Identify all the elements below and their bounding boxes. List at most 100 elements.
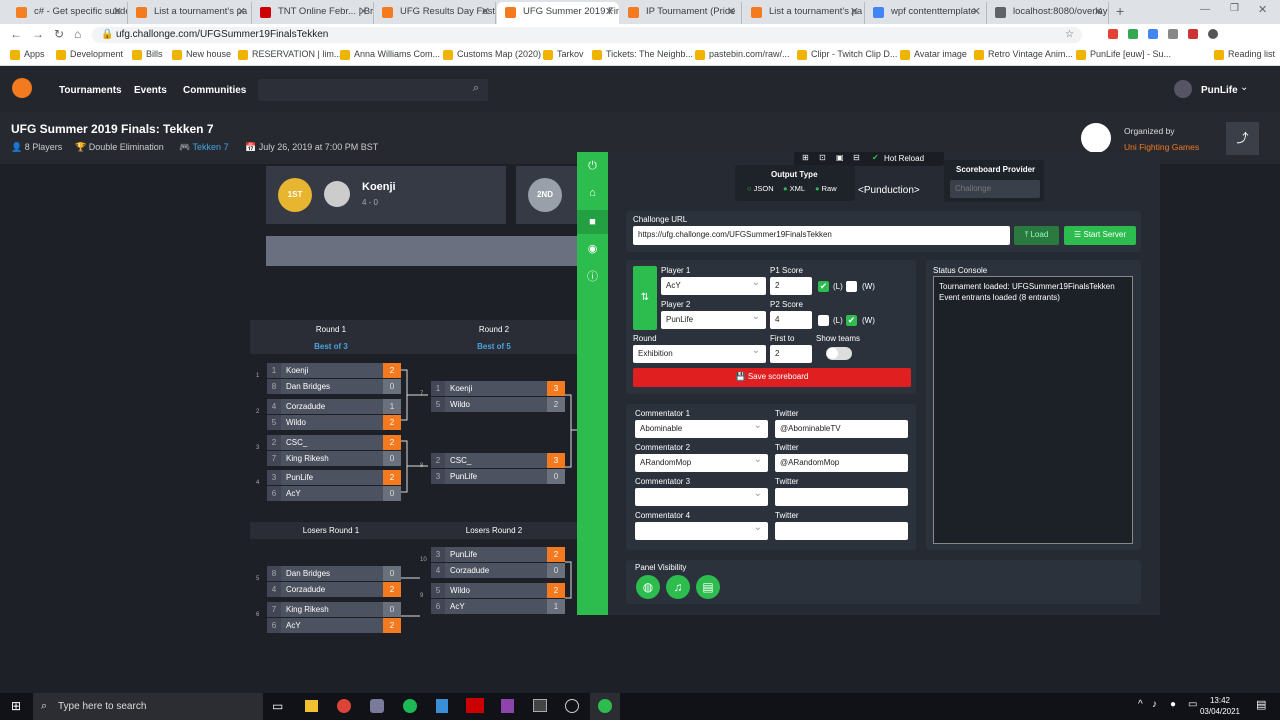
reload-icon[interactable]: ↻: [54, 27, 64, 41]
save-scoreboard-button[interactable]: 💾 Save scoreboard: [633, 368, 911, 387]
bookmark[interactable]: Bills: [132, 49, 163, 60]
bracket-player-row[interactable]: 4 Corzadude 2: [267, 582, 401, 597]
reading-list[interactable]: Reading list: [1214, 49, 1275, 60]
close-icon[interactable]: ✕: [359, 2, 368, 22]
bookmark[interactable]: Development: [56, 49, 123, 60]
bracket-match[interactable]: 8 2 CSC_ 3 3 PunLife 0: [420, 453, 565, 485]
nav-communities[interactable]: Communities: [183, 85, 246, 96]
site-search-input[interactable]: ⌕: [258, 79, 488, 101]
file-explorer-icon[interactable]: [305, 700, 318, 712]
search-icon[interactable]: ⌕: [473, 82, 479, 95]
player-1-select[interactable]: AcY: [661, 277, 766, 295]
extension-icon[interactable]: [1188, 29, 1198, 39]
format-json[interactable]: ○ JSON: [747, 184, 774, 193]
mic-icon[interactable]: ●: [1170, 699, 1176, 710]
bracket-player-row[interactable]: 7 King Rikesh 0: [267, 451, 401, 466]
bookmark[interactable]: pastebin.com/raw/...: [695, 49, 790, 60]
clock-time[interactable]: 13:42: [1202, 696, 1238, 705]
browser-tab-active[interactable]: UFG Summer 2019 Fin ✕: [497, 2, 619, 24]
swap-players-button[interactable]: ⇅: [633, 266, 657, 330]
browser-tab[interactable]: List a tournament's pa ✕: [128, 2, 252, 24]
bookmark[interactable]: Clipr - Twitch Clip D...: [797, 49, 897, 60]
close-icon[interactable]: ✕: [113, 2, 122, 22]
profile-avatar[interactable]: [1208, 29, 1218, 39]
bracket-match[interactable]: 2 4 Corzadude 1 5 Wildo 2: [256, 399, 401, 431]
bracket-match[interactable]: 1 1 Koenji 2 8 Dan Bridges 0: [256, 363, 401, 395]
info-icon[interactable]: ⓘ: [586, 271, 599, 284]
bracket-player-row[interactable]: 5 Wildo 2: [267, 415, 401, 430]
tool-icon[interactable]: ⊞: [802, 153, 809, 162]
browser-tab[interactable]: wpf contenttemplate ✕: [865, 2, 987, 24]
terminal-icon[interactable]: ▤: [696, 575, 720, 599]
bracket-match[interactable]: 3 2 CSC_ 2 7 King Rikesh 0: [256, 435, 401, 467]
chevron-down-icon[interactable]: ⌄: [1240, 82, 1248, 93]
bracket-player-row[interactable]: 3 PunLife 0: [431, 469, 565, 484]
home-icon[interactable]: ⌂: [74, 27, 81, 41]
start-server-button[interactable]: ☰ Start Server: [1064, 226, 1136, 245]
tool-icon[interactable]: ▣: [836, 153, 844, 162]
tray-chevron-icon[interactable]: ^: [1138, 699, 1143, 710]
terminal-app-icon[interactable]: [533, 699, 547, 712]
p2-score-input[interactable]: 4: [770, 311, 812, 329]
star-icon[interactable]: ☆: [1065, 27, 1074, 43]
bookmark[interactable]: New house: [172, 49, 231, 60]
p1-lose-checkbox[interactable]: ✔: [818, 281, 829, 292]
back-icon[interactable]: ←: [10, 27, 22, 41]
p2-lose-checkbox[interactable]: [818, 315, 829, 326]
bracket-player-row[interactable]: 6 AcY 0: [267, 486, 401, 501]
spotify-icon[interactable]: [403, 699, 417, 713]
bookmark[interactable]: Customs Map (2020): [443, 49, 541, 60]
browser-tab[interactable]: localhost:8080/overlay ✕: [987, 2, 1109, 24]
bookmark[interactable]: Avatar image: [900, 49, 967, 60]
provider-select[interactable]: Challonge: [950, 180, 1040, 198]
close-icon[interactable]: ✕: [481, 2, 490, 22]
forward-icon[interactable]: →: [32, 27, 44, 41]
organizer-link[interactable]: Uni Fighting Games: [1124, 142, 1199, 152]
tool-icon[interactable]: ⊟: [853, 153, 860, 162]
tool-icon[interactable]: ⊡: [819, 153, 826, 162]
bracket-match[interactable]: 9 5 Wildo 2 6 AcY 1: [420, 583, 565, 615]
taskbar-search-input[interactable]: ⌕ Type here to search: [33, 693, 263, 720]
bookmark[interactable]: RESERVATION | lim...: [238, 49, 341, 60]
browser-tab[interactable]: c# - Get specific subdo ✕: [8, 2, 128, 24]
extension-icon[interactable]: [1148, 29, 1158, 39]
close-icon[interactable]: ✕: [850, 2, 859, 22]
bookmark[interactable]: Retro Vintage Anim...: [974, 49, 1073, 60]
browser-tab[interactable]: UFG Results Day Fest ✕: [374, 2, 496, 24]
player-2-select[interactable]: PunLife: [661, 311, 766, 329]
format-xml[interactable]: ● XML: [783, 184, 805, 193]
hot-reload-label[interactable]: Hot Reload: [884, 154, 924, 163]
share-icon[interactable]: ⤴: [1226, 122, 1259, 155]
bracket-player-row[interactable]: 1 Koenji 2: [267, 363, 401, 378]
bracket-player-row[interactable]: 4 Corzadude 1: [267, 399, 401, 414]
bracket-player-row[interactable]: 1 Koenji 3: [431, 381, 565, 396]
bookmark[interactable]: Anna Williams Com...: [340, 49, 440, 60]
bracket-player-row[interactable]: 2 CSC_ 2: [267, 435, 401, 450]
visual-studio-icon[interactable]: [501, 699, 514, 713]
twitter-input[interactable]: [775, 488, 908, 506]
active-app-highlight[interactable]: [590, 693, 620, 720]
clock-date[interactable]: 03/04/2021: [1198, 707, 1242, 716]
bracket-player-row[interactable]: 3 PunLife 2: [431, 547, 565, 562]
first-place-name[interactable]: Koenji: [362, 181, 396, 193]
bracket-match[interactable]: 10 3 PunLife 2 4 Corzadude 0: [420, 547, 565, 579]
browser-tab[interactable]: IP Tournament (Pride ✕: [620, 2, 742, 24]
game-link[interactable]: Tekken 7: [193, 142, 229, 152]
load-button[interactable]: ⤒ Load: [1014, 226, 1059, 245]
twitter-input[interactable]: @ARandomMop: [775, 454, 908, 472]
voicemeeter-icon[interactable]: [466, 698, 484, 713]
volume-icon[interactable]: ♪: [1152, 699, 1157, 710]
bracket-player-row[interactable]: 7 King Rikesh 0: [267, 602, 401, 617]
challonge-url-input[interactable]: https://ufg.challonge.com/UFGSummer19Fin…: [633, 226, 1010, 245]
show-teams-toggle[interactable]: [826, 347, 852, 360]
bracket-player-row[interactable]: 8 Dan Bridges 0: [267, 566, 401, 581]
bookmark[interactable]: PunLife [euw] - Su...: [1076, 49, 1171, 60]
p2-win-checkbox[interactable]: ✔: [846, 315, 857, 326]
commentator-select[interactable]: ARandomMop: [635, 454, 768, 472]
commentator-select[interactable]: [635, 522, 768, 540]
close-window-icon[interactable]: ✕: [1258, 3, 1267, 16]
chrome-icon[interactable]: [337, 699, 351, 713]
challonge-logo-icon[interactable]: [12, 78, 32, 98]
close-icon[interactable]: ✕: [972, 2, 981, 22]
bookmark[interactable]: Tarkov: [543, 49, 584, 60]
